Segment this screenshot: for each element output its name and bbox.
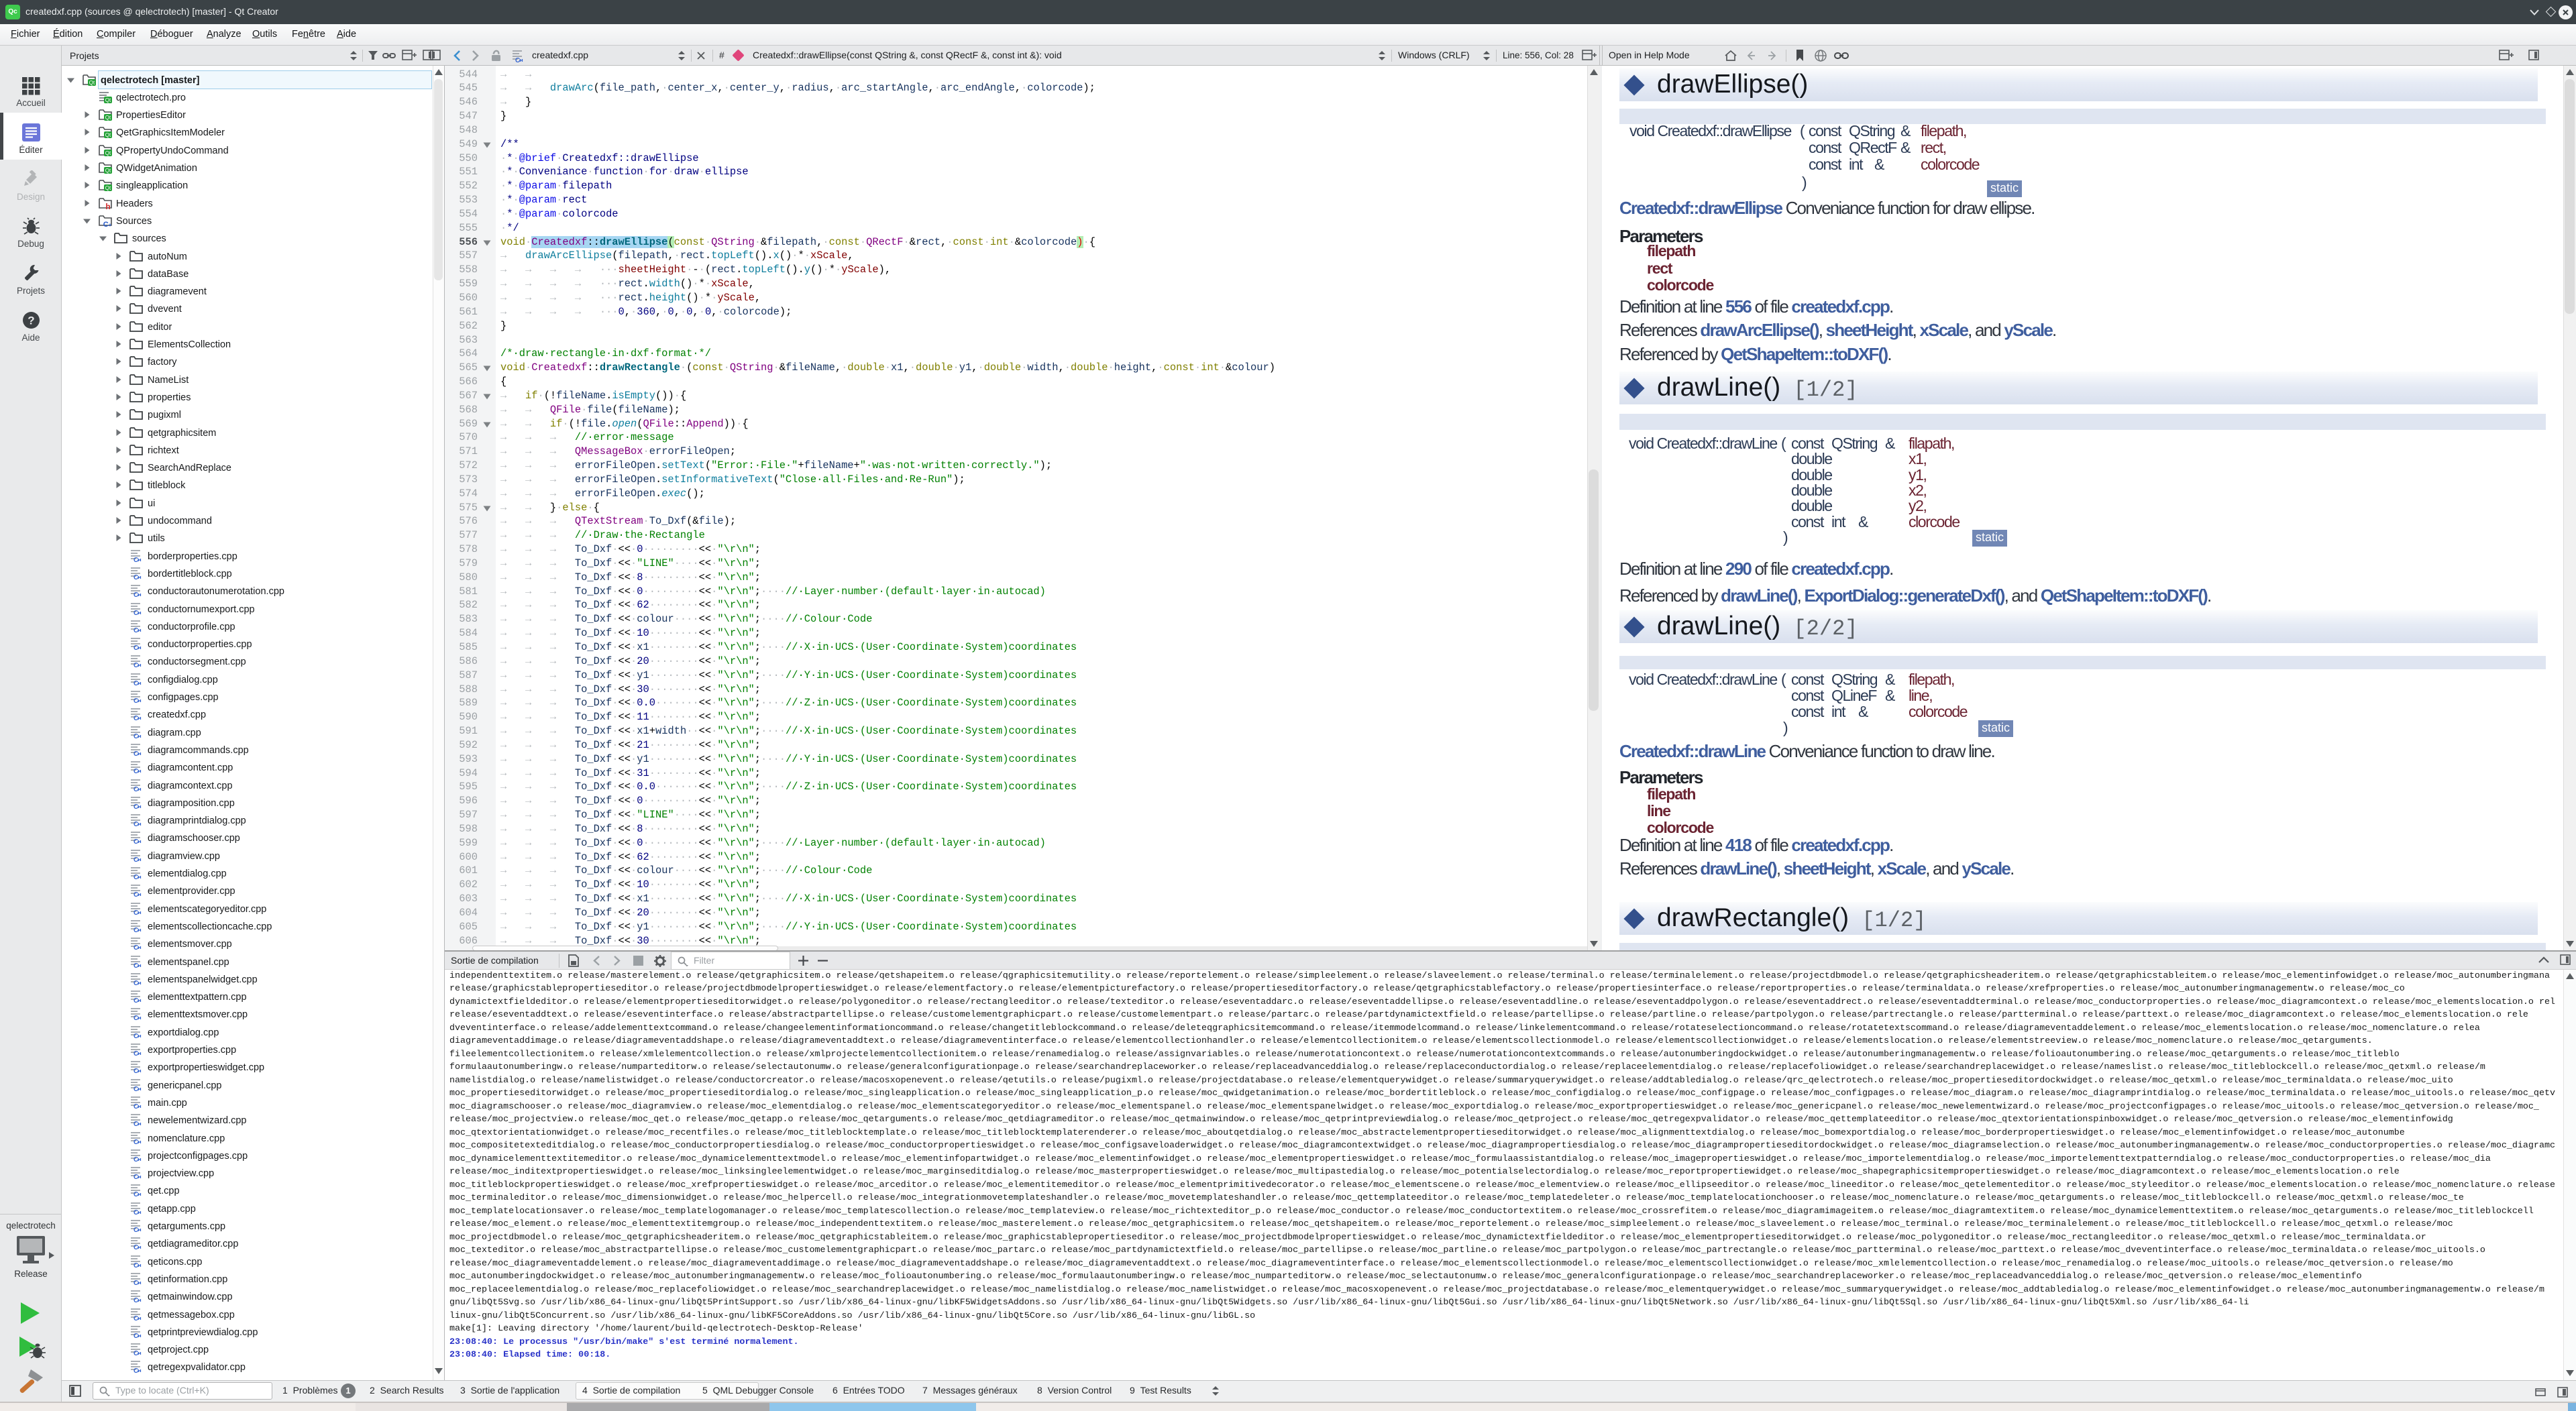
svg-text:Qt: Qt (89, 80, 95, 86)
svg-text:h: h (105, 202, 110, 210)
svg-text:Qt: Qt (105, 97, 111, 103)
svg-text:Qt: Qt (105, 168, 111, 174)
svg-text:C+: C+ (103, 221, 112, 227)
svg-text:Qt: Qt (105, 185, 111, 191)
svg-text:Qt: Qt (105, 115, 111, 121)
svg-text:Qt: Qt (105, 150, 111, 156)
svg-text:?: ? (28, 315, 34, 327)
svg-text:Qt: Qt (105, 132, 111, 138)
